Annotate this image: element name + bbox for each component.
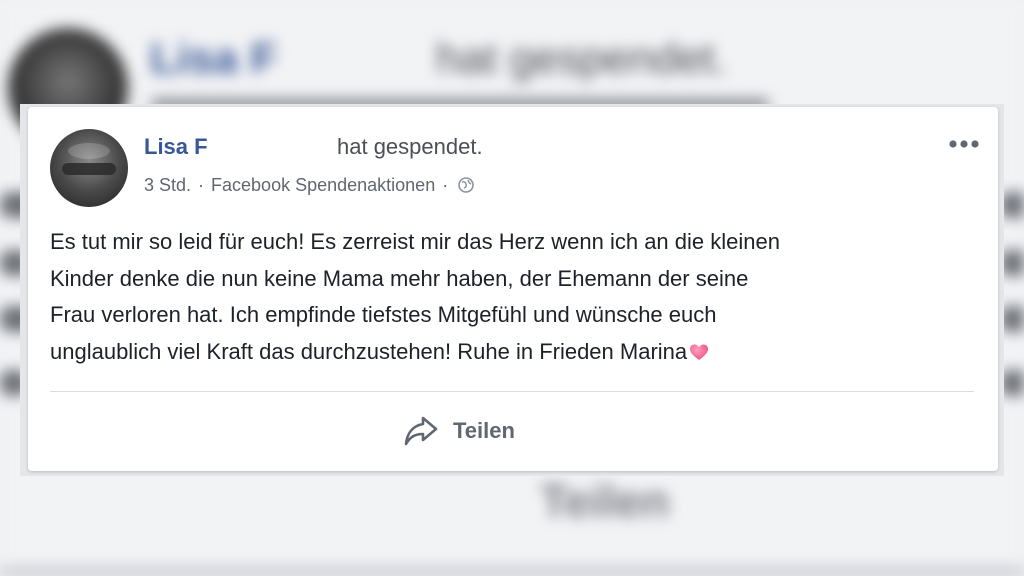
background-author-name: Lisa F [150,34,278,83]
share-arrow-icon [404,416,438,446]
post-action-text: hat gespendet. [337,134,483,159]
meta-separator: · [442,174,449,195]
meta-separator: · [198,174,205,195]
post-body-line: Kinder denke die nun keine Mama mehr hab… [50,265,749,291]
post-body-last-line: unglaublich viel Kraft das durchzustehen… [50,334,970,371]
post-body-line: Frau verloren hat. Ich empfinde tiefstes… [50,302,717,327]
post-body: Es tut mir so leid für euch! Es zerreist… [50,224,970,370]
background-action-text: hat gespendet. [436,34,728,83]
author-name-link[interactable]: Lisa F [144,134,208,160]
post-meta: 3 Std. · Facebook Spendenaktionen · [144,173,475,197]
more-options-button[interactable] [946,133,982,155]
action-divider [50,391,974,392]
share-button[interactable]: Teilen [403,412,515,450]
share-label: Teilen [453,418,515,443]
author-avatar[interactable] [50,129,128,207]
avatar-band [62,163,116,175]
avatar-glare [68,143,110,159]
post-source-link[interactable]: Facebook Spendenaktionen [211,175,435,196]
ellipsis-icon [949,140,979,148]
background-share-label: Teilen [540,475,670,527]
post-body-line: Es tut mir so leid für euch! Es zerreist… [50,229,780,254]
heart-icon [688,337,710,360]
background-bottom-bar [0,566,1024,576]
globe-icon[interactable] [457,176,475,194]
post-timestamp[interactable]: 3 Std. [144,175,191,196]
post-body-line: unglaublich viel Kraft das durchzustehen… [50,338,688,364]
